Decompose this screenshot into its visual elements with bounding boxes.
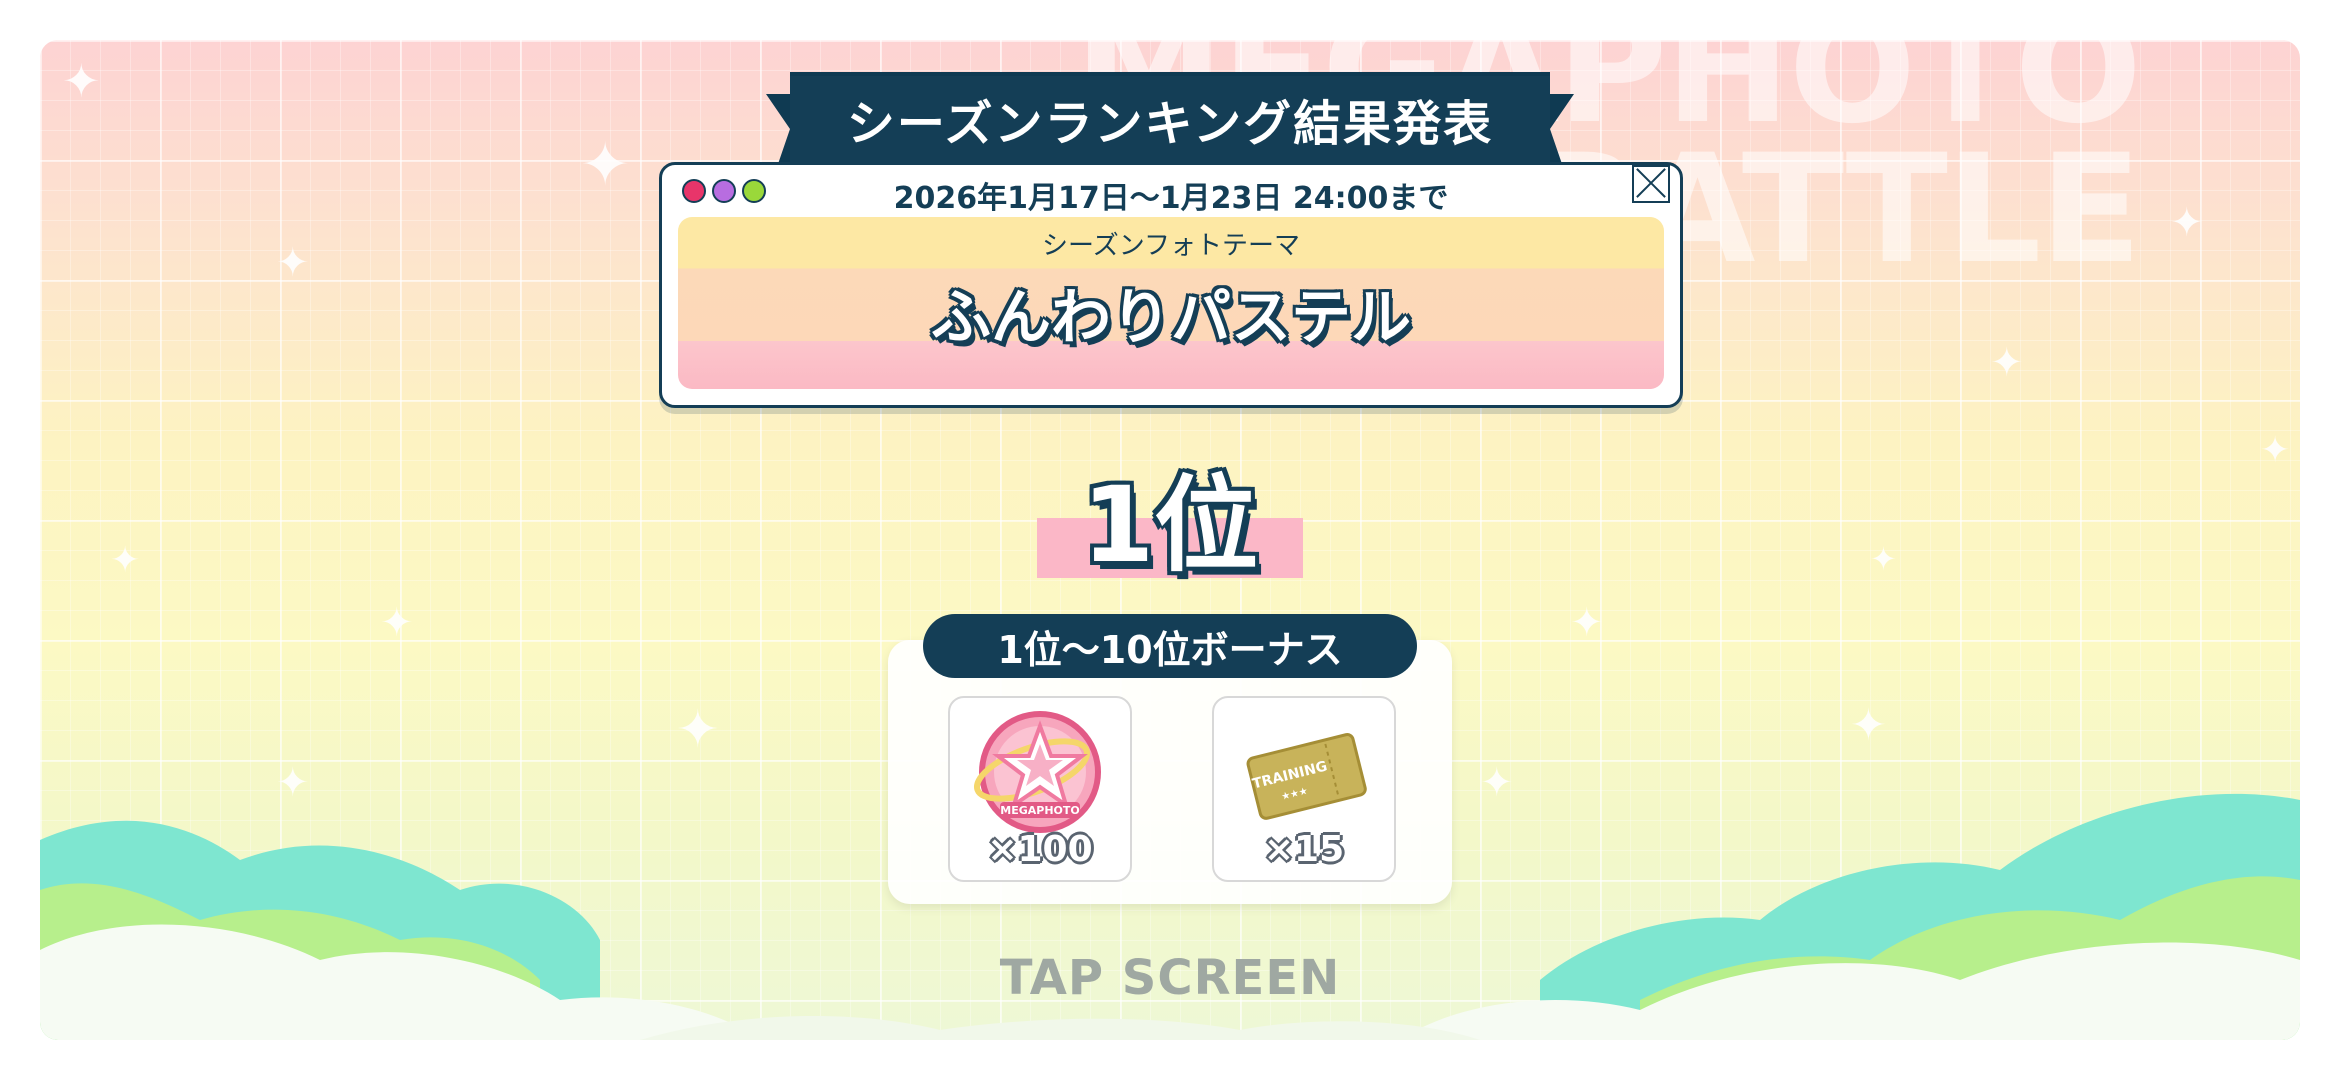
sparkle-icon: ✦ [1870, 540, 1897, 578]
training-ticket-icon: TRAINING ★★★ [1214, 704, 1394, 844]
sparkle-icon: ✦ [1850, 700, 1887, 751]
reward-item-medal[interactable]: MEGAPHOTO ×100 [948, 696, 1132, 882]
sparkle-icon: ✦ [1570, 600, 1604, 646]
svg-text:MEGAPHOTO: MEGAPHOTO [1000, 804, 1079, 817]
bonus-title: 1位～10位ボーナス [923, 614, 1417, 678]
megaphoto-medal-icon: MEGAPHOTO [950, 704, 1130, 844]
ticket-quantity: ×15 [1263, 829, 1345, 870]
theme-name: ふんわりパステル [931, 283, 1411, 353]
sparkle-icon: ✦ [380, 600, 414, 646]
sparkle-icon: ✦ [2170, 200, 2204, 246]
banner-body: シーズンランキング結果発表 [790, 72, 1550, 162]
rank-result: 1位 [1081, 464, 1259, 586]
season-period: 2026年1月17日～1月23日 24:00まで [893, 181, 1449, 216]
theme-label: シーズンフォトテーマ [1042, 231, 1300, 261]
title-banner: シーズンランキング結果発表 [766, 72, 1574, 170]
medal-quantity: ×100 [987, 829, 1093, 870]
sparkle-icon: ✦ [2260, 430, 2291, 471]
sparkle-icon: ✦ [276, 240, 310, 286]
season-window: 2026年1月17日～1月23日 24:00まで シーズンフォトテーマ ふんわり… [659, 162, 1683, 408]
banner-title: シーズンランキング結果発表 [846, 96, 1494, 152]
sparkle-icon: ✦ [62, 54, 101, 108]
theme-box: シーズンフォトテーマ ふんわりパステル [678, 217, 1664, 389]
sparkle-icon: ✦ [1990, 340, 2024, 386]
reward-item-ticket[interactable]: TRAINING ★★★ ×15 [1212, 696, 1396, 882]
sparkle-icon: ✦ [110, 540, 141, 581]
close-icon[interactable] [1632, 165, 1670, 203]
sparkle-icon: ✦ [580, 130, 631, 200]
sparkle-icon: ✦ [676, 700, 720, 760]
tap-screen-prompt[interactable]: TAP SCREEN [0, 950, 2340, 1006]
